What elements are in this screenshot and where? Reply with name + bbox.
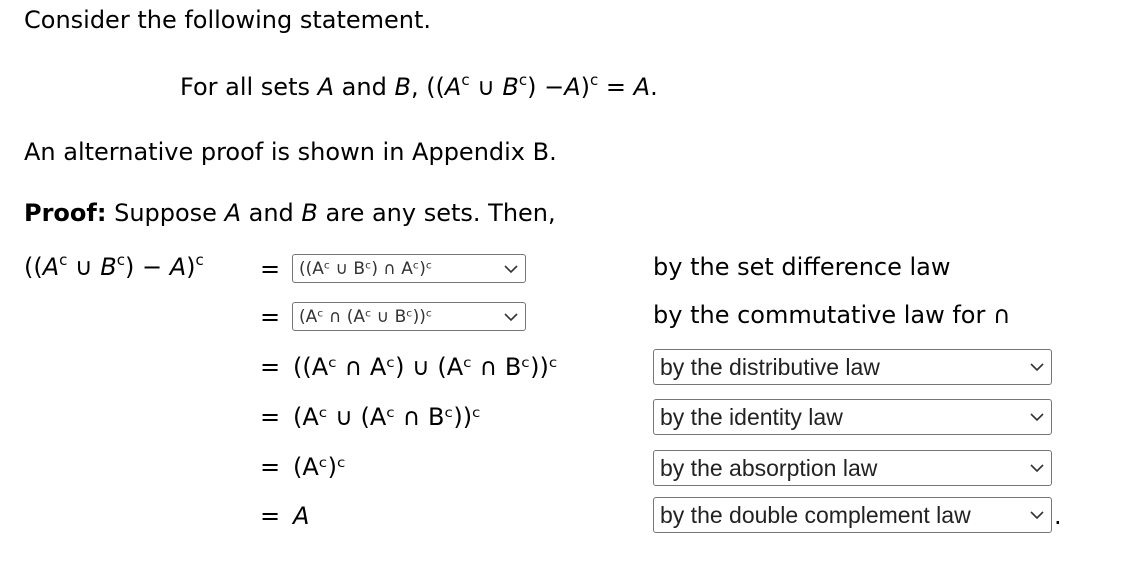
selected-value: by the double complement law [660, 501, 971, 528]
step-2-expression-select[interactable]: (Aᶜ ∩ (Aᶜ ∪ Bᶜ))ᶜ [292, 302, 526, 331]
step-6-reason-select[interactable]: by the double complement law [653, 497, 1052, 533]
proof-label: Proof: [24, 199, 107, 227]
minus-symbol: ) − [527, 73, 565, 101]
statement-open: , (( [410, 73, 445, 101]
step-1-reason: by the set difference law [653, 253, 951, 281]
chevron-down-icon [1030, 511, 1044, 520]
proof-intro: Proof: Suppose A and B are any sets. The… [24, 199, 556, 227]
chevron-down-icon [1030, 363, 1044, 372]
complement-mark: c [461, 71, 470, 89]
chevron-down-icon [504, 264, 518, 273]
selected-value: by the identity law [660, 403, 843, 430]
proof-text: are any sets. Then, [317, 199, 556, 227]
result-a: A [633, 73, 651, 101]
union-symbol: ∪ [469, 73, 503, 101]
selected-value: ((Aᶜ ∪ Bᶜ) ∩ Aᶜ)ᶜ [299, 258, 433, 279]
set-b: B [502, 73, 519, 101]
complement-mark: c [195, 251, 204, 269]
minus-symbol: ) − [124, 253, 170, 281]
selected-value: (Aᶜ ∩ (Aᶜ ∪ Bᶜ))ᶜ [299, 306, 433, 327]
step-3-expression: ((Aᶜ ∩ Aᶜ) ∪ (Aᶜ ∩ Bᶜ))ᶜ [293, 353, 558, 381]
final-period: . [1054, 502, 1062, 530]
statement: For all sets A and B, ((Ac ∪ Bc) −A)c = … [180, 71, 658, 102]
selected-value: by the distributive law [660, 353, 880, 380]
set-b: B [100, 253, 117, 281]
complement-mark: c [518, 71, 528, 89]
step-5-reason-select[interactable]: by the absorption law [653, 450, 1052, 486]
equals-sign: = [259, 502, 281, 530]
var-a: A [317, 73, 335, 101]
set-a: A [169, 253, 187, 281]
set-a: A [564, 73, 581, 101]
proof-text: Suppose [106, 199, 225, 227]
var-b: B [301, 199, 318, 227]
equals-sign: = [259, 255, 281, 283]
equals-symbol: = [598, 73, 634, 101]
step-3-reason-select[interactable]: by the distributive law [653, 349, 1052, 385]
chevron-down-icon [1030, 413, 1044, 422]
statement-and: and [334, 73, 395, 101]
equals-sign: = [259, 453, 281, 481]
step-2-reason: by the commutative law for ∩ [653, 301, 1011, 329]
complement-mark: c [116, 251, 125, 269]
equals-sign: = [259, 303, 281, 331]
alternative-proof-note: An alternative proof is shown in Appendi… [24, 138, 557, 166]
step-1-expression-select[interactable]: ((Aᶜ ∪ Bᶜ) ∩ Aᶜ)ᶜ [292, 254, 526, 283]
period: . [650, 73, 658, 101]
step-6-expression: A [293, 502, 310, 530]
set-a: A [42, 253, 60, 281]
var-b: B [394, 73, 411, 101]
step-4-reason-select[interactable]: by the identity law [653, 399, 1052, 435]
selected-value: by the absorption law [660, 454, 878, 481]
set-a: A [444, 73, 462, 101]
step-4-expression: (Aᶜ ∪ (Aᶜ ∩ Bᶜ))ᶜ [293, 403, 481, 431]
var-a: A [224, 199, 241, 227]
proof-lhs: ((Ac ∪ Bc) − A)c [24, 251, 204, 282]
equals-sign: = [259, 353, 281, 381]
equals-sign: = [259, 403, 281, 431]
step-5-expression: (Aᶜ)ᶜ [293, 453, 346, 481]
proof-text: and [241, 199, 302, 227]
chevron-down-icon [1030, 464, 1044, 473]
chevron-down-icon [504, 312, 518, 321]
statement-prefix: For all sets [180, 73, 318, 101]
intro-text: Consider the following statement. [24, 6, 432, 34]
union-symbol: ∪ [67, 253, 101, 281]
open-paren: (( [24, 253, 43, 281]
close-paren: ) [580, 73, 591, 101]
